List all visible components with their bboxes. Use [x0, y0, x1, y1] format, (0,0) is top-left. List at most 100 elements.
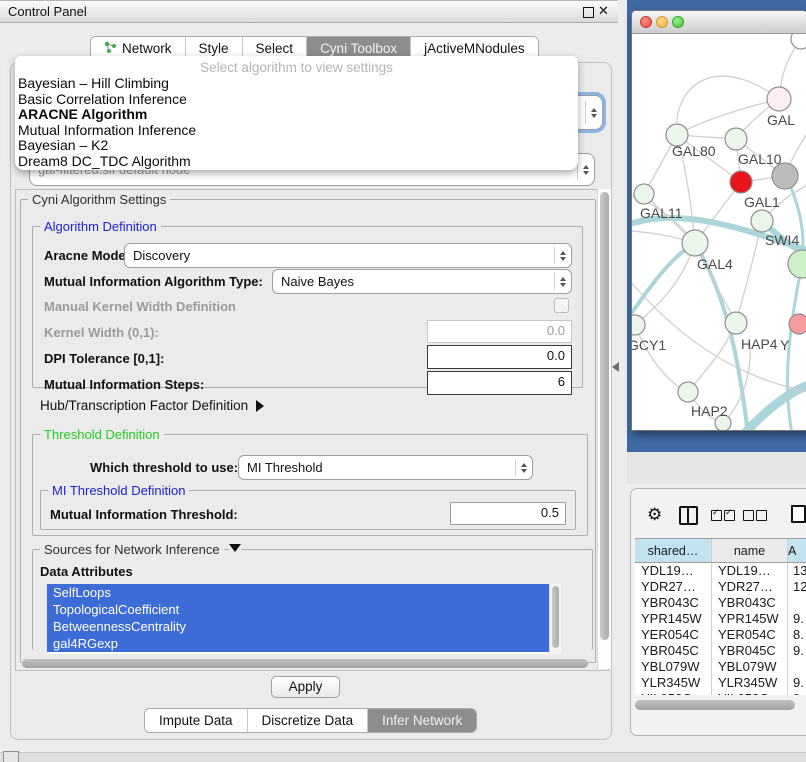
- dropdown-item[interactable]: Bayesian – Hill Climbing: [15, 76, 578, 92]
- network-node-gal[interactable]: [767, 87, 791, 111]
- table-header-row: shared… name A: [635, 538, 806, 563]
- attribute-list-item[interactable]: BetweennessCentrality: [47, 618, 549, 635]
- table-cell: YER054C: [635, 627, 712, 643]
- tab-impute-data[interactable]: Impute Data: [145, 709, 248, 732]
- table-cell: 8.: [788, 627, 806, 643]
- close-traffic-light-icon[interactable]: [640, 16, 652, 28]
- network-edge[interactable]: [787, 264, 802, 430]
- table-cell: YBR045C: [712, 643, 788, 659]
- minimize-traffic-light-icon[interactable]: [656, 16, 668, 28]
- mi-algorithm-type-combobox[interactable]: Naive Bayes: [272, 269, 572, 294]
- table-row[interactable]: YIL052CYIL052C9: [635, 691, 806, 695]
- zoom-traffic-light-icon[interactable]: [672, 16, 684, 28]
- network-node-hap4[interactable]: [725, 312, 747, 334]
- table-row[interactable]: YDL19…YDL19…13: [635, 563, 806, 579]
- table-row[interactable]: YBR043CYBR043C: [635, 595, 806, 611]
- network-node[interactable]: [791, 34, 806, 49]
- network-node-y[interactable]: [789, 314, 806, 334]
- table-row[interactable]: YDR27…YDR27…12: [635, 579, 806, 595]
- node-table[interactable]: shared… name A YDL19…YDL19…13YDR27…YDR27…: [635, 538, 806, 695]
- attribute-list-item[interactable]: SelfLoops: [47, 584, 549, 601]
- table-row[interactable]: YPR145WYPR145W9.: [635, 611, 806, 627]
- network-edge[interactable]: [744, 384, 806, 430]
- split-columns-icon[interactable]: [679, 506, 698, 525]
- column-header[interactable]: name: [712, 539, 788, 562]
- table-row[interactable]: YLR345WYLR345W9.: [635, 675, 806, 691]
- tab-label: jActiveMNodules: [424, 41, 525, 56]
- document-icon[interactable]: [791, 505, 806, 523]
- dpi-tolerance-field[interactable]: 0.0: [427, 345, 572, 369]
- group-title: Threshold Definition: [40, 427, 164, 442]
- network-canvas[interactable]: GALGAL80GAL10GAL1GAL11SWI4GAL4GCY1HAP4YH…: [632, 34, 806, 430]
- combo-stepper-icon: [577, 159, 594, 181]
- network-node-hap2[interactable]: [678, 382, 698, 402]
- collapse-down-icon[interactable]: [229, 544, 241, 552]
- table-cell: YDL19…: [712, 563, 788, 579]
- node-label: GAL: [767, 112, 795, 128]
- column-header[interactable]: A: [788, 539, 806, 562]
- table-cell: [788, 659, 806, 675]
- table-horizontal-scrollbar[interactable]: [635, 700, 795, 710]
- unchecked-boxes-icon[interactable]: [743, 509, 769, 524]
- apply-button[interactable]: Apply: [271, 676, 340, 698]
- data-attributes-list[interactable]: SelfLoopsTopologicalCoefficientBetweenne…: [47, 584, 549, 654]
- dropdown-item[interactable]: Basic Correlation Inference: [15, 92, 578, 108]
- network-node-gal11[interactable]: [634, 184, 654, 204]
- dropdown-item[interactable]: Bayesian – K2: [15, 138, 578, 154]
- network-edge[interactable]: [677, 76, 779, 135]
- network-edge[interactable]: [632, 243, 695, 324]
- table-panel-titlebar: Table Panel: [627, 452, 806, 484]
- settings-horizontal-scrollbar[interactable]: [22, 659, 588, 668]
- network-edge[interactable]: [635, 325, 688, 392]
- dropdown-item[interactable]: Dream8 DC_TDC Algorithm: [15, 154, 578, 170]
- tab-discretize-data[interactable]: Discretize Data: [248, 709, 369, 732]
- network-node-gal4[interactable]: [682, 230, 708, 256]
- float-window-icon[interactable]: [583, 7, 594, 18]
- hub-definition-expander[interactable]: Hub/Transcription Factor Definition: [40, 398, 264, 413]
- attributes-vertical-scrollbar[interactable]: [549, 584, 561, 654]
- mi-threshold-label: Mutual Information Threshold:: [50, 507, 238, 522]
- network-node[interactable]: [788, 250, 806, 278]
- aracne-mode-combobox[interactable]: Discovery: [124, 243, 572, 268]
- settings-vertical-scrollbar[interactable]: [597, 189, 611, 669]
- group-title: Sources for Network Inference: [40, 542, 224, 557]
- network-edge[interactable]: [635, 243, 695, 325]
- manual-kernel-width-label: Manual Kernel Width Definition: [44, 299, 236, 314]
- table-cell: YLR345W: [635, 675, 712, 691]
- table-row[interactable]: YER054CYER054C8.: [635, 627, 806, 643]
- mi-steps-field[interactable]: 6: [427, 371, 572, 395]
- network-edge[interactable]: [677, 99, 779, 135]
- dropdown-item[interactable]: Mutual Information Inference: [15, 123, 578, 139]
- close-icon[interactable]: ✕: [598, 3, 609, 19]
- gear-icon[interactable]: ⚙: [647, 505, 662, 525]
- node-label: HAP2: [691, 403, 728, 419]
- checked-boxes-icon[interactable]: [711, 509, 737, 524]
- column-header[interactable]: shared…: [635, 539, 712, 562]
- node-label: Y: [780, 337, 789, 353]
- table-row[interactable]: YBL079WYBL079W: [635, 659, 806, 675]
- bottom-left-widget[interactable]: [3, 751, 19, 762]
- network-node-swi4[interactable]: [751, 210, 773, 232]
- tab-infer-network[interactable]: Infer Network: [368, 709, 476, 732]
- network-node-gal1[interactable]: [730, 171, 752, 193]
- table-cell: YIL052C: [712, 691, 788, 695]
- table-cell: YPR145W: [712, 611, 788, 627]
- manual-kernel-width-checkbox[interactable]: [554, 298, 569, 313]
- tab-label: Discretize Data: [262, 713, 354, 728]
- which-threshold-combobox[interactable]: MI Threshold: [238, 455, 533, 480]
- mi-threshold-field[interactable]: 0.5: [450, 502, 566, 525]
- table-row[interactable]: YBR045CYBR045C9.: [635, 643, 806, 659]
- network-node-gal10[interactable]: [725, 128, 747, 150]
- network-edge[interactable]: [736, 221, 762, 323]
- table-cell: YDR27…: [635, 579, 712, 595]
- split-pane-collapse-arrow[interactable]: [612, 362, 619, 372]
- table-cell: YBL079W: [635, 659, 712, 675]
- table-cell: 12: [788, 579, 806, 595]
- dpi-tolerance-label: DPI Tolerance [0,1]:: [44, 351, 164, 366]
- which-threshold-label: Which threshold to use:: [90, 460, 238, 475]
- attribute-list-item[interactable]: TopologicalCoefficient: [47, 601, 549, 618]
- kernel-width-field[interactable]: 0.0: [427, 320, 572, 343]
- dropdown-item[interactable]: ARACNE Algorithm: [15, 107, 578, 123]
- algorithm-dropdown-list: Bayesian – Hill ClimbingBasic Correlatio…: [15, 76, 578, 170]
- attribute-list-item[interactable]: gal4RGexp: [47, 635, 549, 652]
